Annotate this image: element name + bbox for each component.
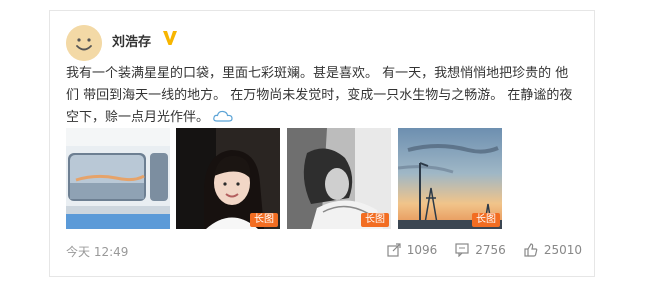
share-button[interactable]: 1096 bbox=[387, 243, 438, 257]
post-actions: 1096 2756 25010 bbox=[387, 243, 582, 257]
like-count: 25010 bbox=[543, 243, 582, 257]
weibo-post-card: 刘浩存 我有一个装满星星的口袋，里面七彩斑斓。甚是喜欢。 有一天，我想悄悄地把珍… bbox=[49, 10, 595, 277]
post-text-body: 我有一个装满星星的口袋，里面七彩斑斓。甚是喜欢。 有一天，我想悄悄地把珍贵的 他… bbox=[66, 66, 573, 125]
comment-button[interactable]: 2756 bbox=[455, 243, 506, 257]
user-avatar[interactable] bbox=[66, 25, 102, 61]
share-icon bbox=[387, 243, 401, 257]
long-image-badge: 长图 bbox=[250, 213, 278, 227]
share-count: 1096 bbox=[406, 243, 438, 257]
post-image-1[interactable] bbox=[66, 128, 170, 229]
cloud-icon bbox=[213, 110, 233, 122]
like-button[interactable]: 25010 bbox=[524, 243, 582, 257]
username[interactable]: 刘浩存 bbox=[112, 31, 151, 50]
post-time[interactable]: 今天 12:49 bbox=[66, 243, 128, 260]
long-image-badge: 长图 bbox=[472, 213, 500, 227]
comment-icon bbox=[455, 243, 469, 257]
post-image-3[interactable]: 长图 bbox=[287, 128, 391, 229]
post-image-2[interactable]: 长图 bbox=[176, 128, 280, 229]
post-text: 我有一个装满星星的口袋，里面七彩斑斓。甚是喜欢。 有一天，我想悄悄地把珍贵的 他… bbox=[66, 63, 580, 129]
thumbs-up-icon bbox=[524, 243, 538, 257]
post-image-4[interactable]: 长图 bbox=[398, 128, 502, 229]
verified-v-icon bbox=[163, 31, 177, 45]
long-image-badge: 长图 bbox=[361, 213, 389, 227]
comment-count: 2756 bbox=[475, 243, 506, 257]
